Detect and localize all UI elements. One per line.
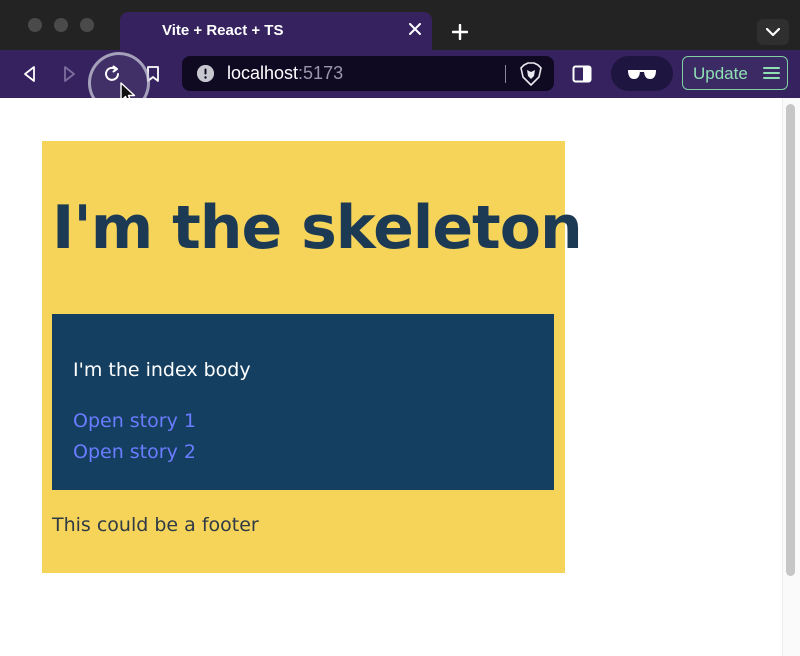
brave-shield-icon[interactable]: [519, 61, 543, 87]
browser-window: Vite + React + TS localhost:5173 Update …: [0, 0, 800, 656]
update-button-label: Update: [693, 64, 748, 83]
open-story-1-link[interactable]: Open story 1: [73, 410, 196, 432]
minimize-window-button[interactable]: [54, 18, 68, 32]
maximize-window-button[interactable]: [80, 18, 94, 32]
private-glasses-icon[interactable]: [611, 56, 673, 91]
index-body: I'm the index body Open story 1 Open sto…: [52, 314, 554, 490]
url-port: :5173: [298, 63, 344, 83]
skeleton-title: I'm the skeleton: [52, 193, 583, 263]
address-divider: [505, 65, 506, 83]
address-bar[interactable]: localhost:5173: [182, 56, 554, 91]
scrollbar-thumb[interactable]: [786, 104, 795, 576]
tab-title: Vite + React + TS: [162, 22, 284, 39]
open-story-2-link[interactable]: Open story 2: [73, 441, 196, 463]
back-arrow-icon[interactable]: [14, 59, 44, 89]
update-button[interactable]: Update: [682, 56, 788, 90]
browser-tab[interactable]: Vite + React + TS: [120, 12, 432, 50]
url-text[interactable]: localhost:5173: [227, 63, 343, 84]
forward-arrow-icon[interactable]: [55, 59, 85, 89]
tab-list-chevron-icon[interactable]: [757, 19, 789, 45]
url-host: localhost: [227, 63, 299, 83]
close-tab-icon[interactable]: [404, 18, 426, 40]
index-body-text: I'm the index body: [73, 359, 251, 381]
footer-text: This could be a footer: [52, 514, 259, 536]
page-viewport: I'm the skeleton I'm the index body Open…: [0, 98, 800, 656]
info-icon[interactable]: [197, 65, 214, 82]
hamburger-menu-icon: [763, 67, 780, 79]
new-tab-icon[interactable]: [445, 17, 475, 47]
skeleton-container: I'm the skeleton I'm the index body Open…: [42, 141, 583, 573]
sidebar-toggle-icon[interactable]: [568, 61, 596, 87]
close-window-button[interactable]: [28, 18, 42, 32]
tab-strip: Vite + React + TS: [0, 0, 800, 50]
